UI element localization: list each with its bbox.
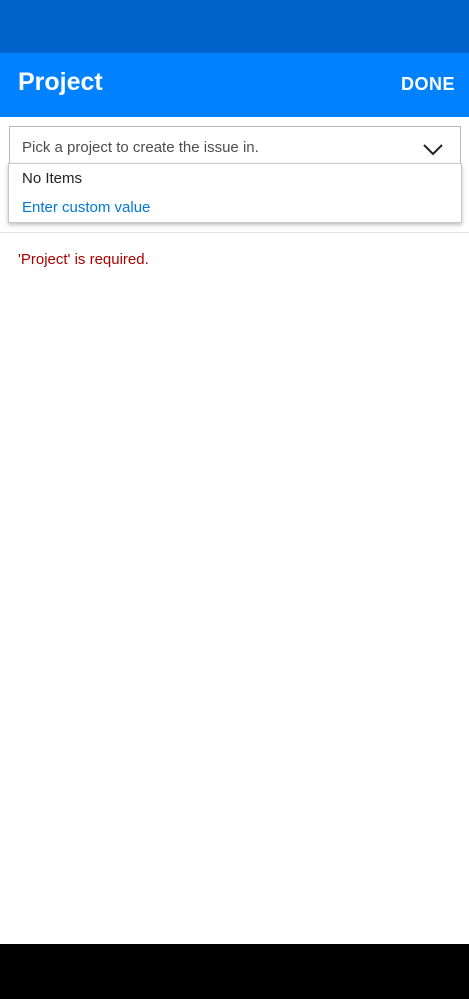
- page-title: Project: [18, 68, 103, 96]
- divider: [0, 232, 469, 233]
- chevron-down-icon[interactable]: [422, 143, 444, 157]
- validation-error: 'Project' is required.: [18, 251, 149, 268]
- enter-custom-value-option[interactable]: Enter custom value: [22, 199, 150, 217]
- status-bar: [0, 0, 469, 53]
- project-dropdown: No Items Enter custom value: [8, 163, 462, 223]
- dropdown-empty-label: No Items: [22, 170, 83, 187]
- navigation-bar: [0, 944, 469, 999]
- project-select[interactable]: Pick a project to create the issue in.: [9, 126, 461, 164]
- project-select-placeholder: Pick a project to create the issue in.: [22, 139, 259, 156]
- app-bar: Project DONE: [0, 53, 469, 117]
- done-button[interactable]: DONE: [401, 73, 455, 95]
